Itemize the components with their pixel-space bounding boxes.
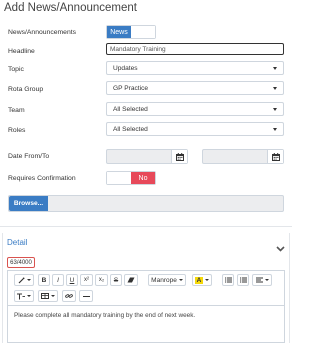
link-button[interactable] — [62, 290, 76, 302]
date-label: Date From/To — [8, 153, 50, 160]
type-toggle-news[interactable]: News — [107, 26, 131, 38]
detail-editor[interactable]: Please complete all mandatory training b… — [7, 305, 285, 343]
topic-select[interactable]: Updates — [106, 61, 284, 75]
topic-select-value: Updates — [113, 64, 138, 72]
link-icon — [65, 294, 73, 298]
date-from-field[interactable] — [106, 149, 188, 164]
text-color-button[interactable]: A — [192, 274, 212, 286]
align-left-icon — [255, 277, 263, 283]
page-title: Add News/Announcement — [4, 2, 137, 14]
horizontal-rule-icon — [82, 295, 90, 297]
type-label: News/Announcements — [8, 29, 77, 36]
table-button[interactable] — [38, 290, 58, 302]
headline-label: Headline — [8, 48, 35, 55]
chevron-down-icon — [178, 279, 183, 281]
file-upload-field[interactable]: Browse... — [8, 195, 284, 212]
strikethrough-button[interactable]: S — [110, 274, 122, 286]
chevron-down-icon — [51, 295, 55, 297]
superscript-button[interactable]: x² — [80, 274, 93, 286]
numbered-list-button[interactable] — [237, 274, 249, 286]
confirmation-label: Requires Confirmation — [8, 175, 76, 182]
eraser-icon — [127, 277, 135, 283]
magic-wand-icon — [18, 277, 24, 283]
numbered-list-icon — [239, 277, 247, 283]
headline-input[interactable] — [106, 43, 284, 55]
text-color-icon: A — [195, 276, 203, 284]
bullet-list-button[interactable] — [222, 274, 234, 286]
paragraph-align-button[interactable] — [252, 274, 272, 286]
char-counter: 63/4000 — [7, 257, 35, 268]
table-icon — [41, 293, 49, 299]
date-to-field[interactable] — [202, 149, 284, 164]
line-height-icon — [17, 293, 25, 299]
bold-button[interactable]: B — [38, 274, 50, 286]
eraser-button[interactable] — [124, 274, 138, 286]
confirmation-toggle[interactable]: No — [106, 171, 156, 185]
type-toggle-off[interactable] — [131, 26, 155, 38]
confirmation-toggle-yes[interactable] — [107, 172, 131, 184]
rota-group-label: Rota Group — [8, 86, 44, 93]
subscript-button[interactable]: x₂ — [95, 274, 108, 286]
chevron-down-icon — [273, 67, 277, 70]
rota-group-select-value: GP Practice — [113, 84, 149, 92]
chevron-down-icon — [273, 87, 277, 90]
section-divider — [0, 226, 292, 227]
team-label: Team — [8, 107, 25, 114]
editor-content[interactable]: Please complete all mandatory training b… — [14, 312, 195, 319]
calendar-icon[interactable] — [267, 150, 283, 163]
chevron-down-icon[interactable] — [276, 239, 285, 257]
chevron-down-icon — [27, 295, 31, 297]
font-family-select[interactable]: Manrope — [148, 274, 186, 286]
chevron-down-icon — [204, 279, 209, 281]
italic-button[interactable]: I — [52, 274, 64, 286]
underline-button[interactable]: U — [66, 274, 78, 286]
confirmation-toggle-no[interactable]: No — [131, 172, 155, 184]
line-height-button[interactable] — [14, 290, 34, 302]
chevron-down-icon — [26, 279, 31, 281]
detail-title[interactable]: Detail — [7, 238, 27, 247]
calendar-icon[interactable] — [171, 150, 187, 163]
roles-select-value: All Selected — [113, 125, 148, 133]
chevron-down-icon — [264, 279, 269, 281]
roles-label: Roles — [8, 127, 26, 134]
editor-toolbar: B I U x² x₂ S Manrope A — [7, 270, 285, 306]
chevron-down-icon — [273, 128, 277, 131]
type-toggle[interactable]: News — [106, 25, 156, 39]
roles-select[interactable]: All Selected — [106, 122, 284, 136]
bullet-list-icon — [224, 277, 232, 283]
browse-button[interactable]: Browse... — [9, 196, 48, 211]
team-select[interactable]: All Selected — [106, 102, 284, 116]
rota-group-select[interactable]: GP Practice — [106, 81, 284, 95]
topic-label: Topic — [8, 66, 24, 73]
format-painter-button[interactable] — [14, 274, 34, 286]
team-select-value: All Selected — [113, 105, 148, 113]
horizontal-rule-button[interactable] — [79, 290, 93, 302]
font-family-value: Manrope — [151, 276, 177, 284]
chevron-down-icon — [273, 108, 277, 111]
